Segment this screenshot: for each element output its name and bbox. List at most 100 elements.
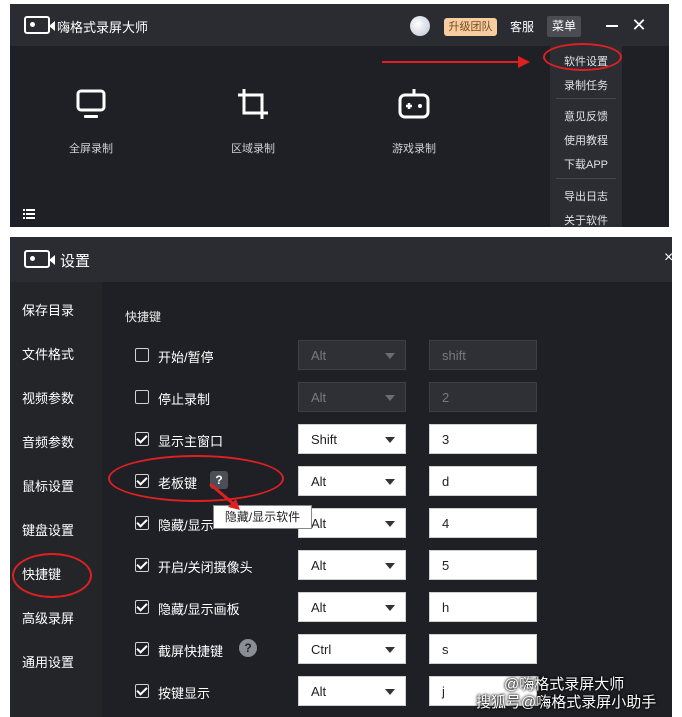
- fullscreen-record-tool[interactable]: 全屏录制: [41, 86, 141, 156]
- upgrade-team-button[interactable]: 升级团队: [444, 18, 497, 36]
- modifier-select[interactable]: Alt: [298, 508, 406, 538]
- modifier-select[interactable]: Ctrl: [298, 634, 406, 664]
- tool-label: 游戏录制: [392, 143, 436, 155]
- hotkey-row-camera-toggle: 开启/关闭摄像头 Alt 5: [10, 550, 672, 580]
- hotkey-label: 隐藏/显示: [158, 518, 214, 533]
- menu-button[interactable]: 菜单: [547, 16, 581, 37]
- section-title: 快捷键: [125, 310, 162, 324]
- key-value: h: [442, 600, 450, 615]
- key-value: d: [442, 474, 450, 489]
- modifier-select[interactable]: Alt: [298, 592, 406, 622]
- modifier-select[interactable]: Alt: [298, 550, 406, 580]
- enable-checkbox[interactable]: [135, 516, 149, 530]
- hotkey-label: 截屏快捷键: [158, 644, 224, 659]
- hotkey-label: 停止录制: [158, 392, 211, 407]
- tool-label: 全屏录制: [69, 143, 113, 155]
- monitor-icon: [76, 89, 106, 118]
- chevron-down-icon: [385, 437, 395, 443]
- settings-title: 设置: [60, 253, 91, 270]
- key-input[interactable]: shift: [429, 340, 537, 370]
- main-window: 嗨格式录屏大师 升级团队 客服 菜单 ✕ 全屏录制 区域录制 游戏录制 软件设置…: [10, 4, 669, 227]
- chevron-down-icon: [385, 689, 395, 695]
- menu-item-download-app[interactable]: 下载APP: [550, 156, 622, 172]
- customer-service-button[interactable]: 客服: [510, 18, 534, 36]
- menu-divider: [556, 98, 616, 99]
- key-input[interactable]: s: [429, 634, 537, 664]
- annotation-arrow: [209, 482, 240, 510]
- modifier-select[interactable]: Shift: [298, 424, 406, 454]
- hotkey-row-screenshot: 截屏快捷键 ? Ctrl s: [10, 634, 672, 664]
- hotkey-row-drawing-board: 隐藏/显示画板 Alt h: [10, 592, 672, 622]
- hotkey-label: 开启/关闭摄像头: [158, 560, 253, 575]
- chevron-down-icon: [385, 395, 395, 401]
- modifier-value: Shift: [311, 432, 338, 447]
- menu-item-tutorial[interactable]: 使用教程: [550, 132, 622, 148]
- hotkey-label: 开始/暂停: [158, 350, 214, 365]
- annotation-circle: [108, 455, 284, 502]
- enable-checkbox[interactable]: [135, 558, 149, 572]
- key-value: 2: [442, 390, 450, 405]
- key-value: j: [442, 684, 445, 699]
- chevron-down-icon: [385, 353, 395, 359]
- modifier-value: Alt: [311, 600, 327, 615]
- annotation-circle: [543, 43, 622, 71]
- menu-item-about[interactable]: 关于软件: [550, 212, 622, 227]
- chevron-down-icon: [385, 521, 395, 527]
- menu-dropdown: 软件设置 录制任务 意见反馈 使用教程 下载APP 导出日志 关于软件: [550, 44, 622, 227]
- chevron-down-icon: [385, 479, 395, 485]
- settings-titlebar: 设置 ×: [10, 237, 672, 282]
- modifier-value: Alt: [311, 516, 327, 531]
- list-icon[interactable]: [23, 209, 35, 219]
- modifier-value: Ctrl: [311, 642, 332, 657]
- menu-item-feedback[interactable]: 意见反馈: [550, 108, 622, 124]
- hotkey-label: 显示主窗口: [158, 434, 224, 449]
- app-title: 嗨格式录屏大师: [57, 20, 149, 35]
- menu-item-export-logs[interactable]: 导出日志: [550, 188, 622, 204]
- help-icon[interactable]: ?: [239, 639, 257, 657]
- close-icon[interactable]: ×: [664, 249, 672, 267]
- close-icon[interactable]: ✕: [630, 15, 648, 35]
- key-input[interactable]: 5: [429, 550, 537, 580]
- camera-logo-icon: [24, 16, 55, 34]
- game-record-tool[interactable]: 游戏录制: [364, 86, 464, 156]
- nav-save-directory[interactable]: 保存目录: [22, 300, 74, 319]
- modifier-select[interactable]: Alt: [298, 340, 406, 370]
- key-value: shift: [442, 348, 466, 363]
- modifier-value: Alt: [311, 558, 327, 573]
- key-input[interactable]: 3: [429, 424, 537, 454]
- enable-checkbox[interactable]: [135, 348, 149, 362]
- enable-checkbox[interactable]: [135, 390, 149, 404]
- watermark-line2: 搜狐号@嗨格式录屏小助手: [476, 694, 657, 711]
- avatar[interactable]: [410, 16, 430, 36]
- hotkey-label: 隐藏/显示画板: [158, 602, 240, 617]
- minimize-icon[interactable]: [606, 25, 618, 27]
- modifier-select[interactable]: Alt: [298, 466, 406, 496]
- enable-checkbox[interactable]: [135, 432, 149, 446]
- annotation-arrow: [382, 61, 522, 63]
- modifier-select[interactable]: Alt: [298, 676, 406, 706]
- key-input[interactable]: 4: [429, 508, 537, 538]
- hotkey-label: 按键显示: [158, 686, 211, 701]
- region-record-tool[interactable]: 区域录制: [203, 86, 303, 156]
- annotation-circle: [12, 553, 92, 598]
- hotkey-row-start-pause: 开始/暂停 Alt shift: [10, 340, 672, 370]
- menu-item-record-tasks[interactable]: 录制任务: [550, 77, 622, 93]
- key-value: 3: [442, 432, 450, 447]
- enable-checkbox[interactable]: [135, 642, 149, 656]
- chevron-down-icon: [385, 605, 395, 611]
- key-input[interactable]: h: [429, 592, 537, 622]
- modifier-select[interactable]: Alt: [298, 382, 406, 412]
- camera-logo-icon: [24, 250, 55, 268]
- modifier-value: Alt: [311, 390, 327, 405]
- tool-label: 区域录制: [231, 143, 275, 155]
- enable-checkbox[interactable]: [135, 684, 149, 698]
- key-value: s: [442, 642, 449, 657]
- chevron-down-icon: [385, 647, 395, 653]
- enable-checkbox[interactable]: [135, 600, 149, 614]
- key-input[interactable]: 2: [429, 382, 537, 412]
- watermark: @嗨格式录屏大师 搜狐号@嗨格式录屏小助手: [476, 676, 656, 712]
- key-input[interactable]: d: [429, 466, 537, 496]
- crop-icon: [238, 89, 268, 119]
- settings-window: 设置 × 保存目录 文件格式 视频参数 音频参数 鼠标设置 键盘设置 快捷键 高…: [10, 237, 672, 717]
- menu-divider: [556, 178, 616, 179]
